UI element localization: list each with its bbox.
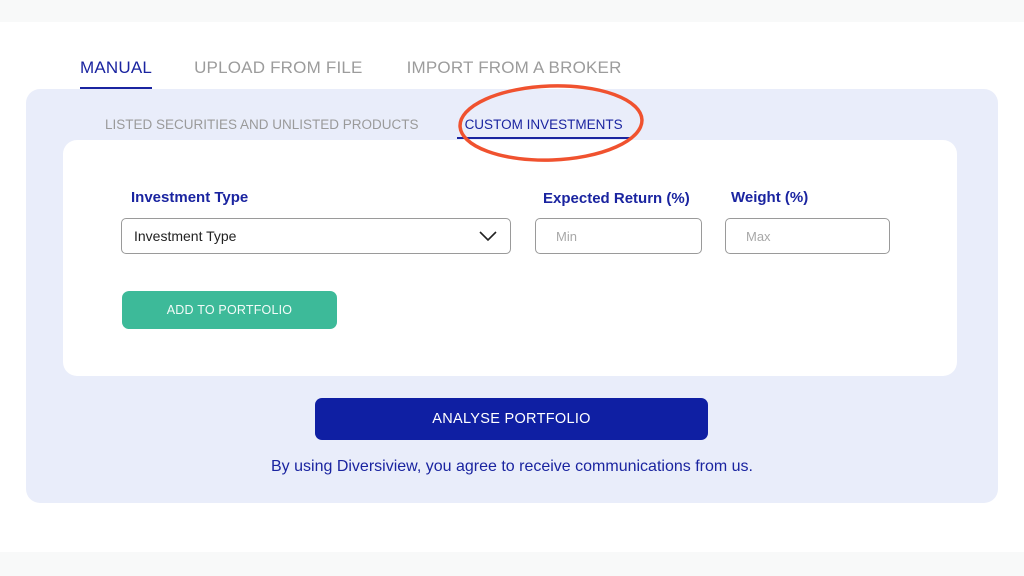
chevron-down-icon xyxy=(479,231,497,242)
add-to-portfolio-button[interactable]: ADD TO PORTFOLIO xyxy=(122,291,337,329)
top-band xyxy=(0,0,1024,22)
investment-type-selected-value: Investment Type xyxy=(134,228,237,244)
tab-custom-investments[interactable]: CUSTOM INVESTMENTS xyxy=(456,117,631,141)
expected-return-label: Expected Return (%) xyxy=(543,190,690,207)
sub-tabs: LISTED SECURITIES AND UNLISTED PRODUCTS … xyxy=(105,117,631,141)
tab-upload-from-file[interactable]: UPLOAD FROM FILE xyxy=(194,58,363,90)
investment-type-label: Investment Type xyxy=(131,189,249,206)
consent-text: By using Diversiview, you agree to recei… xyxy=(271,458,753,475)
investment-type-select[interactable]: Investment Type xyxy=(121,218,511,254)
weight-label: Weight (%) xyxy=(731,189,809,206)
tab-import-from-broker[interactable]: IMPORT FROM A BROKER xyxy=(407,58,622,90)
expected-return-min-input[interactable] xyxy=(535,218,702,254)
tab-listed-securities[interactable]: LISTED SECURITIES AND UNLISTED PRODUCTS xyxy=(105,117,419,141)
main-tabs: MANUAL UPLOAD FROM FILE IMPORT FROM A BR… xyxy=(80,58,622,90)
analyse-portfolio-button[interactable]: ANALYSE PORTFOLIO xyxy=(315,398,708,440)
bottom-band xyxy=(0,552,1024,576)
custom-investment-form-card xyxy=(63,140,957,376)
weight-max-input[interactable] xyxy=(725,218,890,254)
tab-manual[interactable]: MANUAL xyxy=(80,58,153,90)
